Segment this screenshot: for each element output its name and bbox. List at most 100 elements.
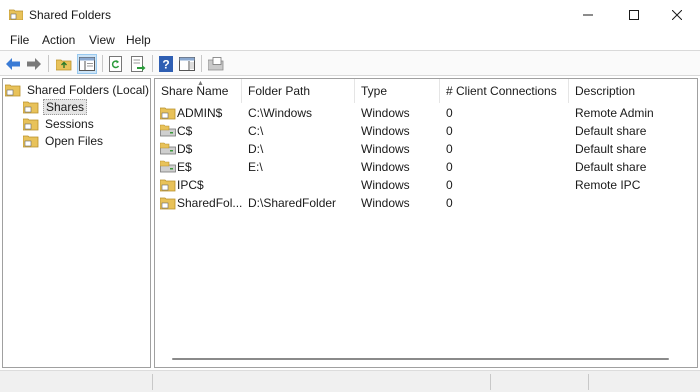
tree-item-label: Shares [43, 99, 88, 115]
column-header-share-name[interactable]: ▲ Share Name [155, 79, 242, 103]
column-header-label: Description [575, 84, 636, 98]
up-one-level-button[interactable] [54, 54, 74, 74]
back-arrow-icon [6, 58, 20, 70]
tree-item-label: Open Files [45, 134, 104, 148]
share-name: ADMIN$ [177, 106, 223, 120]
tree-item-sessions[interactable]: Sessions [23, 116, 96, 132]
share-type: Windows [361, 196, 410, 210]
share-name: SharedFol... [177, 196, 243, 210]
shared-folders-app-icon [9, 9, 23, 20]
shared-folder-icon [23, 135, 39, 148]
forward-button[interactable] [24, 54, 44, 74]
show-hide-action-pane-button[interactable] [177, 54, 197, 74]
share-folder-icon [160, 197, 176, 210]
client-connections: 0 [446, 178, 453, 192]
share-name: E$ [177, 160, 192, 174]
share-name: IPC$ [177, 178, 204, 192]
client-connections: 0 [446, 196, 453, 210]
table-row[interactable]: E$ E:\ Windows 0 Default share [155, 158, 697, 176]
action-pane-icon [179, 57, 195, 71]
svg-text:?: ? [162, 58, 169, 72]
refresh-button[interactable] [106, 54, 126, 74]
folder-path: C:\Windows [248, 106, 313, 120]
title-bar[interactable]: Shared Folders [0, 0, 700, 30]
column-header-type[interactable]: Type [355, 79, 440, 103]
tree-item-shares[interactable]: Shares [23, 99, 88, 115]
tree-item-open-files[interactable]: Open Files [23, 133, 105, 149]
share-folder-icon [160, 179, 176, 192]
table-row[interactable]: D$ D:\ Windows 0 Default share [155, 140, 697, 158]
share-type: Windows [361, 124, 410, 138]
toolbar-separator [48, 55, 49, 72]
share-drive-icon [160, 142, 176, 155]
share-type: Windows [361, 178, 410, 192]
folder-path: D:\ [248, 142, 264, 156]
shared-folder-icon [23, 118, 39, 131]
tree-root-label: Shared Folders (Local) [27, 83, 150, 97]
column-header-label: Share Name [161, 84, 229, 98]
share-name: D$ [177, 142, 193, 156]
share-type: Windows [361, 142, 410, 156]
window-title: Shared Folders [29, 8, 112, 22]
column-header-label: # Client Connections [446, 84, 557, 98]
share-drive-icon [160, 124, 176, 137]
column-header-description[interactable]: Description [569, 79, 697, 103]
client-connections: 0 [446, 160, 453, 174]
shares-list: ▲ Share Name Folder Path Type # Client C… [154, 78, 698, 368]
shared-folder-icon [5, 84, 21, 97]
export-list-icon [131, 56, 146, 72]
client-connections: 0 [446, 142, 453, 156]
share-type: Windows [361, 160, 410, 174]
properties-button[interactable] [206, 54, 226, 74]
folder-path: C:\ [248, 124, 264, 138]
share-description: Default share [575, 124, 647, 138]
tree-root-shared-folders[interactable]: Shared Folders (Local) [5, 82, 151, 98]
table-row[interactable]: C$ C:\ Windows 0 Default share [155, 122, 697, 140]
share-description: Default share [575, 160, 647, 174]
share-folder-icon [160, 107, 176, 120]
back-button[interactable] [3, 54, 23, 74]
status-bar-divider [490, 374, 491, 390]
client-connections: 0 [446, 124, 453, 138]
status-bar-divider [152, 374, 153, 390]
menu-help[interactable]: Help [126, 33, 151, 47]
status-bar-divider [588, 374, 589, 390]
share-drive-icon [160, 160, 176, 173]
column-header-label: Folder Path [248, 84, 311, 98]
table-row[interactable]: SharedFol... D:\SharedFolder Windows 0 [155, 194, 697, 212]
menu-bar: File Action View Help [0, 30, 700, 50]
horizontal-scrollbar-thumb[interactable] [172, 358, 669, 360]
maximize-button[interactable] [611, 0, 657, 30]
menu-view[interactable]: View [89, 33, 115, 47]
column-header-folder-path[interactable]: Folder Path [242, 79, 355, 103]
close-button[interactable] [654, 0, 700, 30]
toolbar-separator [152, 55, 153, 72]
maximize-icon [629, 10, 639, 20]
properties-icon [208, 57, 224, 71]
folder-path: D:\SharedFolder [248, 196, 337, 210]
minimize-button[interactable] [565, 0, 611, 30]
export-list-button[interactable] [128, 54, 148, 74]
help-button[interactable]: ? [156, 54, 176, 74]
forward-arrow-icon [27, 58, 41, 70]
shared-folder-icon [23, 101, 39, 114]
share-description: Remote Admin [575, 106, 654, 120]
share-type: Windows [361, 106, 410, 120]
help-icon: ? [159, 56, 173, 72]
close-icon [672, 10, 682, 20]
share-description: Default share [575, 142, 647, 156]
share-name: C$ [177, 124, 193, 138]
column-header-client-connections[interactable]: # Client Connections [440, 79, 569, 103]
refresh-icon [109, 56, 122, 72]
horizontal-scrollbar[interactable] [155, 349, 697, 367]
tree-item-label: Sessions [45, 117, 94, 131]
table-row[interactable]: IPC$ Windows 0 Remote IPC [155, 176, 697, 194]
toolbar: ? [0, 50, 700, 76]
toolbar-separator [102, 55, 103, 72]
up-folder-icon [56, 59, 72, 71]
console-tree-icon [79, 57, 95, 71]
show-hide-console-tree-button[interactable] [77, 54, 97, 74]
table-row[interactable]: ADMIN$ C:\Windows Windows 0 Remote Admin [155, 104, 697, 122]
menu-file[interactable]: File [10, 33, 29, 47]
menu-action[interactable]: Action [42, 33, 75, 47]
